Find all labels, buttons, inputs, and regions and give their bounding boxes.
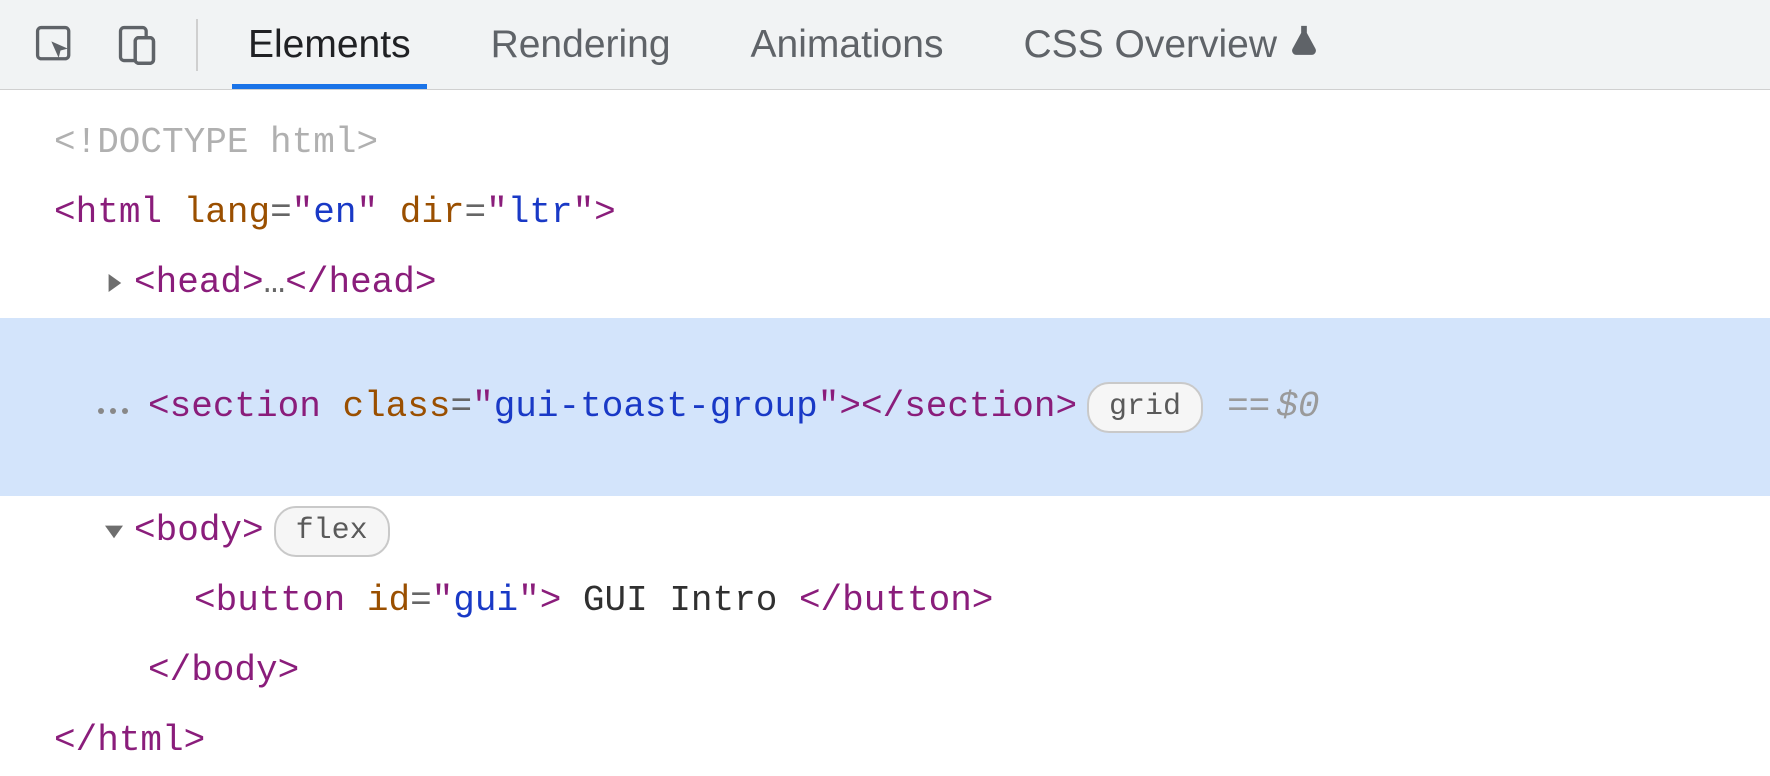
display-badge[interactable]: flex xyxy=(274,506,390,557)
tag-name: head xyxy=(156,256,242,310)
tag-name: section xyxy=(904,380,1055,434)
elements-dom-tree[interactable]: <!DOCTYPE html> <html lang="en" dir="ltr… xyxy=(0,90,1770,776)
attr-value: gui-toast-group xyxy=(494,380,818,434)
attr-value: en xyxy=(313,186,356,240)
collapsed-indicator: … xyxy=(264,256,286,310)
tab-label: Animations xyxy=(751,23,944,67)
dom-node-button[interactable]: <button id="gui"> GUI Intro </button> xyxy=(0,566,1770,636)
attr-value: gui xyxy=(453,574,518,628)
tag-name: html xyxy=(76,186,162,240)
tab-label: Elements xyxy=(248,23,411,67)
text-node: GUI Intro xyxy=(561,574,799,628)
display-badge[interactable]: grid xyxy=(1087,382,1203,433)
flask-icon xyxy=(1287,23,1321,67)
dom-node-head[interactable]: <head>…</head> xyxy=(0,248,1770,318)
dom-node-doctype[interactable]: <!DOCTYPE html> xyxy=(0,108,1770,178)
attr-name: class xyxy=(342,380,450,434)
expand-arrow-icon[interactable] xyxy=(98,267,130,299)
tab-rendering[interactable]: Rendering xyxy=(491,0,671,89)
inspect-element-icon[interactable] xyxy=(26,16,84,74)
tag-name: head xyxy=(328,256,414,310)
tag-name: button xyxy=(842,574,972,628)
tab-animations[interactable]: Animations xyxy=(751,0,944,89)
dom-node-html-close[interactable]: </html> xyxy=(0,706,1770,776)
devtools-toolbar: Elements Rendering Animations CSS Overvi… xyxy=(0,0,1770,90)
attr-name: lang xyxy=(184,186,270,240)
tag-name: body xyxy=(191,644,277,698)
collapse-arrow-icon[interactable] xyxy=(98,515,130,547)
dom-node-html-open[interactable]: <html lang="en" dir="ltr"> xyxy=(0,178,1770,248)
dom-node-body-close[interactable]: </body> xyxy=(0,636,1770,706)
attr-name: dir xyxy=(400,186,465,240)
tab-label: Rendering xyxy=(491,23,671,67)
dom-node-body-open[interactable]: <body> flex xyxy=(0,496,1770,566)
console-reference: $0 xyxy=(1276,380,1319,434)
device-toggle-icon[interactable] xyxy=(108,16,166,74)
tag-name: button xyxy=(216,574,346,628)
tag-name: section xyxy=(170,380,321,434)
equals-indicator: == xyxy=(1227,380,1270,434)
more-actions-icon[interactable] xyxy=(0,326,130,488)
tab-elements[interactable]: Elements xyxy=(248,0,411,89)
toolbar-separator xyxy=(196,19,198,71)
dom-node-section-selected[interactable]: <section class="gui-toast-group"></secti… xyxy=(0,318,1770,496)
tag-name: html xyxy=(97,714,183,768)
tab-css-overview[interactable]: CSS Overview xyxy=(1023,0,1321,89)
panel-tabs: Elements Rendering Animations CSS Overvi… xyxy=(248,0,1321,89)
doctype-text: <!DOCTYPE html> xyxy=(54,116,378,170)
tag-name: body xyxy=(156,504,242,558)
attr-name: id xyxy=(367,574,410,628)
attr-value: ltr xyxy=(508,186,573,240)
tab-label: CSS Overview xyxy=(1023,23,1277,67)
